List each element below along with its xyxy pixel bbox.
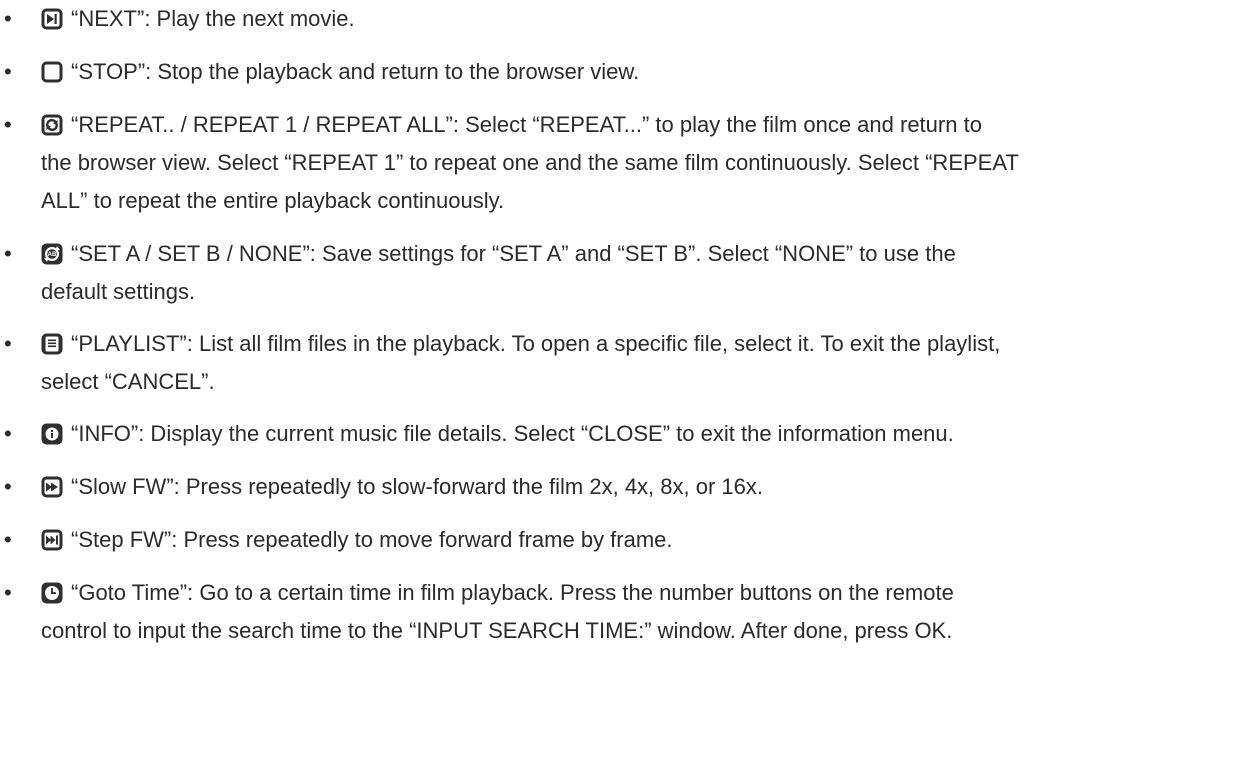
- slow-forward-icon: [41, 476, 63, 498]
- ab-repeat-icon: AB: [41, 243, 63, 265]
- instruction-list: • “NEXT”: Play the next movie. • “STOP”:…: [0, 0, 1237, 771]
- item-text: “INFO”: Display the current music file d…: [71, 421, 954, 446]
- bullet: •: [4, 527, 12, 552]
- item-text-line-1: “Goto Time”: Go to a certain time in fil…: [71, 580, 954, 605]
- repeat-icon: [41, 114, 63, 136]
- info-icon: [41, 423, 63, 445]
- bullet: •: [4, 6, 12, 31]
- next-icon: [41, 8, 63, 30]
- item-text-line-1: “REPEAT.. / REPEAT 1 / REPEAT ALL”: Sele…: [71, 112, 982, 137]
- bullet: •: [4, 331, 12, 356]
- bullet: •: [4, 580, 12, 605]
- bullet: •: [4, 241, 12, 266]
- ab-icon-text: AB: [48, 252, 57, 258]
- clock-icon: [41, 582, 63, 604]
- bullet: •: [4, 59, 12, 84]
- item-text: “STOP”: Stop the playback and return to …: [71, 59, 640, 84]
- step-forward-icon: [41, 529, 63, 551]
- item-text: “NEXT”: Play the next movie.: [71, 6, 355, 31]
- bullet: •: [4, 421, 12, 446]
- item-text-line-1: “SET A / SET B / NONE”: Save settings fo…: [71, 241, 956, 266]
- item-text-line-2: select “CANCEL”.: [41, 369, 215, 394]
- item-text-line-1: “PLAYLIST”: List all film files in the p…: [71, 331, 1001, 356]
- item-text: “Slow FW”: Press repeatedly to slow-forw…: [71, 474, 764, 499]
- bullet: •: [4, 474, 12, 499]
- item-text-line-3: ALL” to repeat the entire playback conti…: [41, 188, 505, 213]
- bullet: •: [4, 112, 12, 137]
- item-text-line-2: default settings.: [41, 279, 196, 304]
- item-text-line-2: the browser view. Select “REPEAT 1” to r…: [41, 150, 1019, 175]
- playlist-icon: [41, 333, 63, 355]
- item-text-line-2: control to input the search time to the …: [41, 618, 953, 643]
- item-text: “Step FW”: Press repeatedly to move forw…: [71, 527, 673, 552]
- stop-icon: [41, 61, 63, 83]
